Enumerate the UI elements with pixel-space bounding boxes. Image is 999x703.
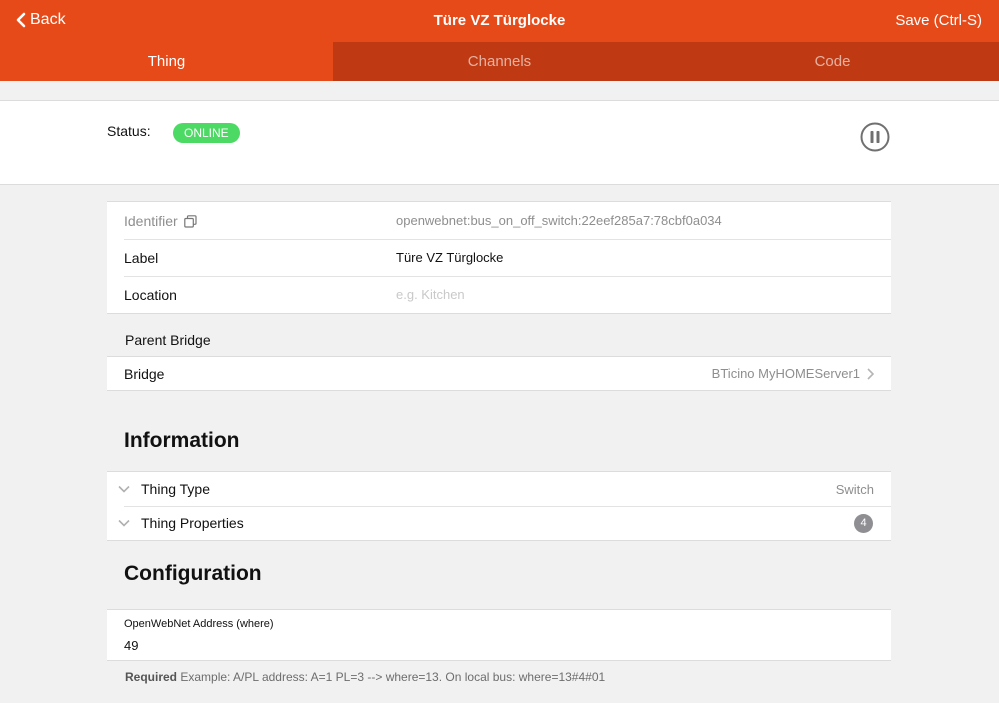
information-title: Information bbox=[124, 429, 240, 452]
tab-bar: Thing Channels Code bbox=[0, 42, 999, 81]
tab-code[interactable]: Code bbox=[666, 42, 999, 81]
thing-type-value: Switch bbox=[835, 481, 874, 497]
thing-properties-row[interactable]: Thing Properties 4 bbox=[107, 506, 891, 540]
location-row: Location e.g. Kitchen bbox=[107, 276, 891, 313]
thing-properties-label: Thing Properties bbox=[141, 515, 244, 531]
information-card: Thing Type Switch Thing Properties 4 bbox=[107, 471, 891, 541]
location-input[interactable]: e.g. Kitchen bbox=[396, 287, 465, 302]
back-label: Back bbox=[30, 11, 66, 28]
tab-thing[interactable]: Thing bbox=[0, 42, 333, 81]
location-field-label: Location bbox=[124, 286, 177, 303]
back-button[interactable]: Back bbox=[16, 11, 66, 29]
bridge-card: Bridge BTicino MyHOMEServer1 bbox=[107, 356, 891, 391]
navbar: Back Türe VZ Türglocke Save (Ctrl-S) bbox=[0, 0, 999, 42]
thing-type-row[interactable]: Thing Type Switch bbox=[107, 472, 891, 506]
count-badge: 4 bbox=[854, 514, 873, 533]
bridge-row[interactable]: Bridge BTicino MyHOMEServer1 bbox=[107, 357, 891, 390]
tab-channels[interactable]: Channels bbox=[333, 42, 666, 81]
page-title: Türe VZ Türglocke bbox=[433, 12, 566, 29]
hint-text: Example: A/PL address: A=1 PL=3 --> wher… bbox=[177, 670, 606, 684]
address-field[interactable]: OpenWebNet Address (where) 49 bbox=[107, 609, 891, 661]
parent-bridge-heading: Parent Bridge bbox=[125, 332, 211, 348]
chevron-right-icon bbox=[867, 367, 874, 380]
label-field-value[interactable]: Türe VZ Türglocke bbox=[396, 250, 503, 265]
identifier-value: openwebnet:bus_on_off_switch:22eef285a7:… bbox=[396, 213, 722, 228]
chevron-down-icon bbox=[118, 519, 130, 527]
thing-type-label: Thing Type bbox=[141, 481, 211, 497]
bridge-value-wrap: BTicino MyHOMEServer1 bbox=[712, 366, 874, 381]
status-label: Status: bbox=[107, 123, 151, 139]
required-label: Required bbox=[125, 670, 178, 684]
pause-icon[interactable] bbox=[860, 122, 890, 152]
bridge-value: BTicino MyHOMEServer1 bbox=[711, 366, 860, 381]
identifier-row: Identifier openwebnet:bus_on_off_switch:… bbox=[107, 202, 891, 239]
bridge-label: Bridge bbox=[124, 365, 165, 382]
address-hint: Required Example: A/PL address: A=1 PL=3… bbox=[125, 670, 605, 684]
thing-details-card: Identifier openwebnet:bus_on_off_switch:… bbox=[107, 201, 891, 314]
save-button[interactable]: Save (Ctrl-S) bbox=[895, 12, 982, 29]
label-field-label: Label bbox=[124, 249, 159, 266]
identifier-label: Identifier bbox=[124, 213, 197, 229]
status-badge: ONLINE bbox=[173, 123, 240, 143]
configuration-title: Configuration bbox=[124, 562, 262, 585]
status-panel: Status: ONLINE bbox=[0, 100, 999, 185]
address-input[interactable]: 49 bbox=[124, 638, 138, 653]
label-row: Label Türe VZ Türglocke bbox=[107, 239, 891, 276]
copy-icon[interactable] bbox=[183, 214, 197, 228]
address-label: OpenWebNet Address (where) bbox=[124, 618, 274, 630]
chevron-left-icon bbox=[16, 12, 26, 28]
chevron-down-icon bbox=[118, 485, 130, 493]
